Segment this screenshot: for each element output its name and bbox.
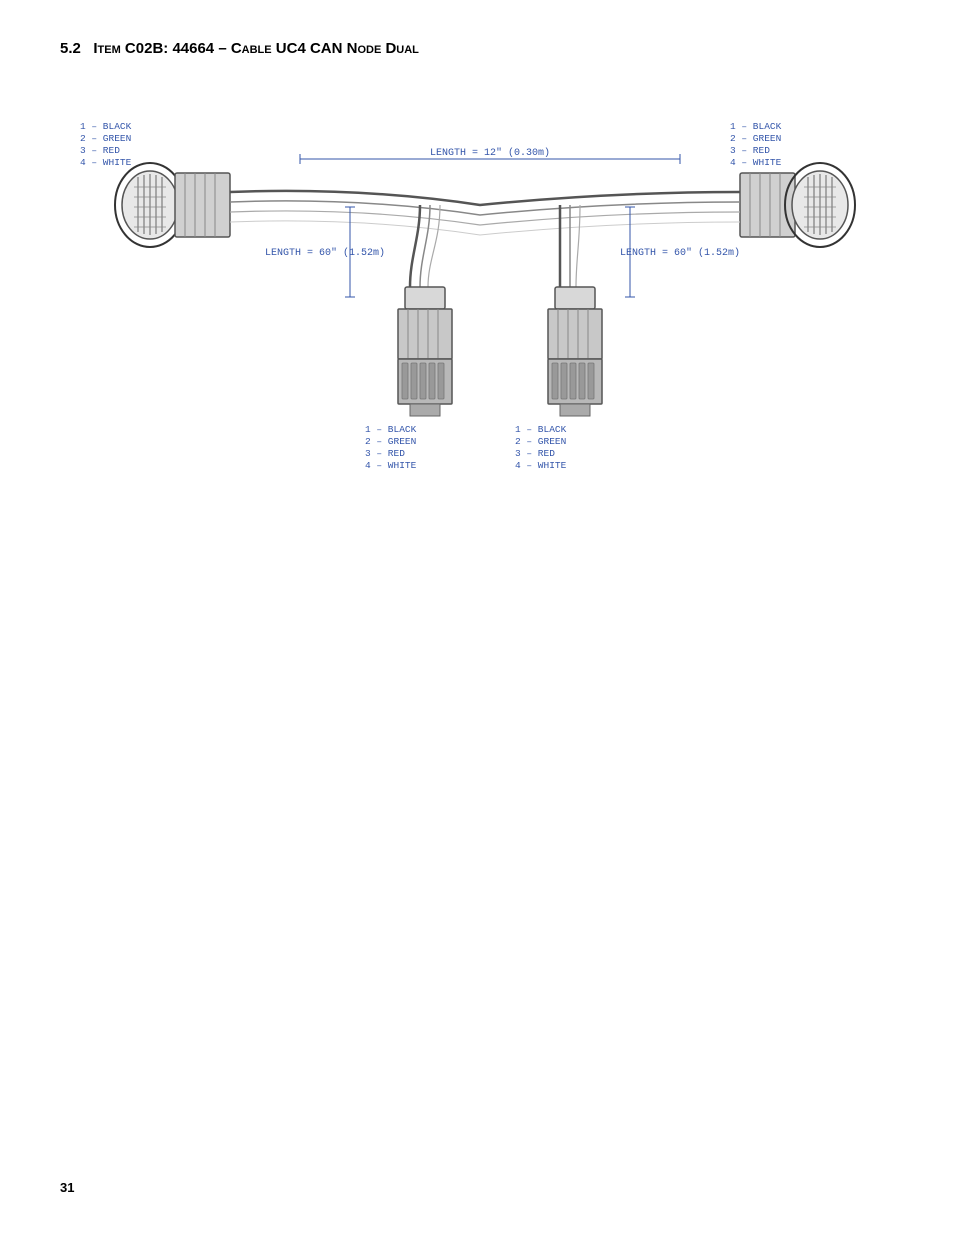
svg-text:LENGTH = 60" (1.52m): LENGTH = 60" (1.52m) [620, 247, 740, 259]
svg-text:3 – RED: 3 – RED [365, 448, 405, 459]
svg-text:2 – GREEN: 2 – GREEN [515, 436, 566, 447]
svg-text:3 – RED: 3 – RED [730, 145, 770, 156]
svg-text:LENGTH = 60" (1.52m): LENGTH = 60" (1.52m) [265, 247, 385, 259]
svg-text:1 – BLACK: 1 – BLACK [730, 121, 782, 132]
svg-text:4 – WHITE: 4 – WHITE [730, 157, 782, 168]
svg-text:2 – GREEN: 2 – GREEN [80, 133, 131, 144]
svg-text:1 – BLACK: 1 – BLACK [80, 121, 132, 132]
svg-text:4 – WHITE: 4 – WHITE [80, 157, 132, 168]
section-number: 5.2 [60, 40, 81, 57]
svg-text:2 – GREEN: 2 – GREEN [730, 133, 781, 144]
diagram-area: LENGTH = 12" (0.30m) LENGTH = 60" (1.52m… [60, 87, 920, 507]
cable-diagram-svg: LENGTH = 12" (0.30m) LENGTH = 60" (1.52m… [60, 87, 920, 507]
svg-text:4 – WHITE: 4 – WHITE [515, 460, 567, 471]
section-title: Item C02B: 44664 – Cable UC4 CAN Node Du… [93, 40, 419, 57]
svg-text:3 – RED: 3 – RED [80, 145, 120, 156]
page-number: 31 [60, 1180, 74, 1195]
page-container: 5.2 Item C02B: 44664 – Cable UC4 CAN Nod… [0, 0, 954, 1235]
section-heading: 5.2 Item C02B: 44664 – Cable UC4 CAN Nod… [60, 40, 894, 57]
svg-text:3 – RED: 3 – RED [515, 448, 555, 459]
svg-text:LENGTH = 12" (0.30m): LENGTH = 12" (0.30m) [430, 147, 550, 159]
svg-text:2 – GREEN: 2 – GREEN [365, 436, 416, 447]
svg-text:1 – BLACK: 1 – BLACK [515, 424, 567, 435]
svg-text:1 – BLACK: 1 – BLACK [365, 424, 417, 435]
svg-text:4 – WHITE: 4 – WHITE [365, 460, 417, 471]
